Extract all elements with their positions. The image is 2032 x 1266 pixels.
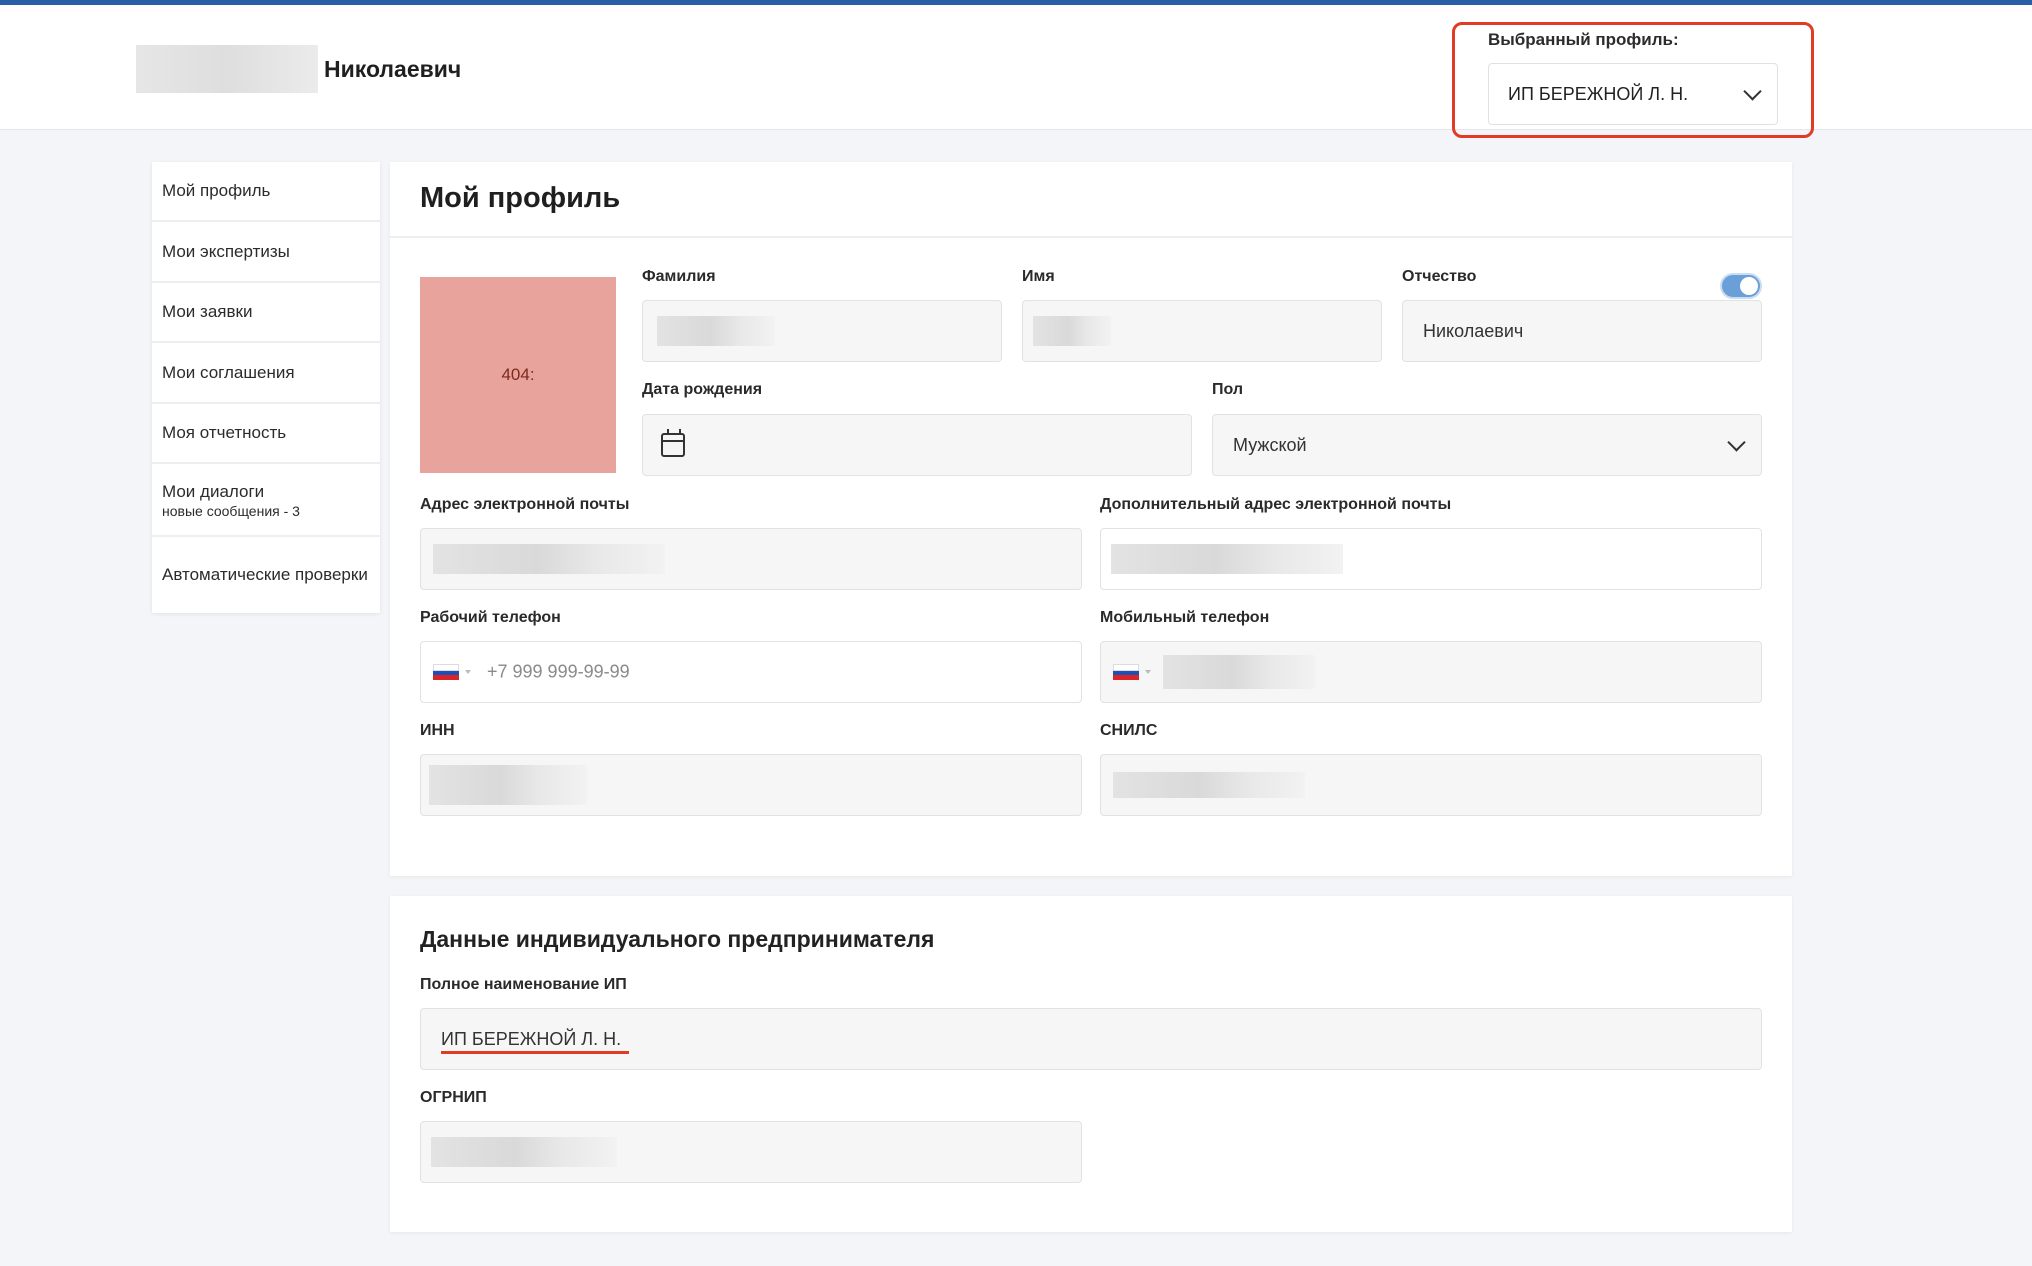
ip-full-name-value: ИП БЕРЕЖНОЙ Л. Н. [441, 1028, 622, 1049]
surname-field[interactable] [642, 300, 1002, 362]
mobile-phone-label: Мобильный телефон [1100, 609, 1270, 626]
mobile-phone-value-redacted [1163, 655, 1315, 689]
ip-full-name-field[interactable]: ИП БЕРЕЖНОЙ Л. Н. [420, 1008, 1762, 1070]
snils-field[interactable] [1100, 754, 1762, 816]
profile-select-label: Выбранный профиль: [1488, 30, 1679, 49]
chevron-down-icon [1743, 82, 1762, 101]
snils-value-redacted [1113, 772, 1305, 798]
patronymic-field[interactable]: Николаевич [1402, 300, 1762, 362]
profile-select-value: ИП БЕРЕЖНОЙ Л. Н. [1508, 83, 1689, 104]
birth-date-field[interactable] [642, 414, 1192, 476]
header: Николаевич Выбранный профиль: ИП БЕРЕЖНО… [0, 5, 2032, 138]
name-value-redacted [1033, 316, 1111, 346]
sidebar-item-label: Мои соглашения [162, 362, 295, 382]
surname-value-redacted [657, 316, 775, 346]
work-phone-field[interactable]: +7 999 999-99-99 [420, 641, 1082, 703]
patronymic-label: Отчество [1402, 268, 1477, 285]
chevron-down-icon [1727, 433, 1746, 452]
gender-label: Пол [1212, 381, 1244, 398]
user-name: Николаевич [324, 55, 462, 82]
ip-section-title: Данные индивидуального предпринимателя [420, 926, 935, 952]
extra-email-field[interactable] [1100, 528, 1762, 590]
sidebar-item-my-applications[interactable]: Мои заявки [152, 283, 380, 343]
profile-card: Мой профиль 404: Фамилия Имя Отчество Ни… [390, 162, 1792, 876]
sidebar-item-my-dialogs[interactable]: Мои диалоги новые сообщения - 3 [152, 464, 380, 537]
ogrnip-field[interactable] [420, 1121, 1082, 1183]
email-value-redacted [433, 544, 665, 574]
sidebar-item-label: Мои диалоги [162, 481, 265, 501]
inn-value-redacted [429, 765, 587, 805]
ip-card: Данные индивидуального предпринимателя П… [390, 896, 1792, 1232]
caret-down-icon [465, 670, 471, 674]
extra-email-label: Дополнительный адрес электронной почты [1100, 496, 1452, 513]
profile-select[interactable]: ИП БЕРЕЖНОЙ Л. Н. [1488, 63, 1778, 125]
new-messages-count: новые сообщения - 3 [162, 502, 300, 519]
work-phone-label: Рабочий телефон [420, 609, 561, 626]
sidebar-item-my-profile[interactable]: Мой профиль [152, 162, 380, 222]
gender-select[interactable]: Мужской [1212, 414, 1762, 476]
divider [390, 236, 1792, 238]
avatar-error-text: 404: [501, 365, 535, 384]
caret-down-icon [1145, 670, 1151, 674]
ogrnip-label: ОГРНИП [420, 1089, 487, 1106]
highlight-underline [441, 1051, 629, 1054]
gender-value: Мужской [1233, 434, 1307, 455]
sidebar-item-my-expertise[interactable]: Мои экспертизы [152, 222, 380, 283]
user-name-redacted [136, 45, 318, 93]
profile-select-highlight: Выбранный профиль: ИП БЕРЕЖНОЙ Л. Н. [1452, 22, 1814, 138]
sidebar-item-label: Мои заявки [162, 302, 253, 321]
page-title: Мой профиль [420, 182, 621, 214]
sidebar-nav: Мой профиль Мои экспертизы Мои заявки Мо… [152, 162, 380, 613]
email-label: Адрес электронной почты [420, 496, 630, 513]
extra-email-value-redacted [1111, 544, 1343, 574]
snils-label: СНИЛС [1100, 722, 1158, 739]
inn-label: ИНН [420, 722, 455, 739]
name-field[interactable] [1022, 300, 1382, 362]
ogrnip-value-redacted [431, 1137, 617, 1167]
surname-label: Фамилия [642, 268, 716, 285]
toggle-knob [1740, 277, 1758, 295]
name-label: Имя [1022, 268, 1055, 285]
patronymic-value: Николаевич [1423, 320, 1524, 341]
sidebar-item-label: Мой профиль [162, 181, 271, 200]
sidebar-item-label: Моя отчетность [162, 423, 287, 442]
email-field[interactable] [420, 528, 1082, 590]
user-info: Николаевич [136, 45, 461, 93]
patronymic-toggle[interactable] [1720, 273, 1762, 299]
russia-flag-icon[interactable] [1113, 664, 1139, 681]
calendar-icon[interactable] [661, 429, 685, 457]
avatar-image[interactable]: 404: [420, 277, 616, 473]
mobile-phone-field[interactable] [1100, 641, 1762, 703]
sidebar-item-my-reporting[interactable]: Моя отчетность [152, 404, 380, 464]
birth-date-label: Дата рождения [642, 381, 763, 398]
sidebar-item-auto-checks[interactable]: Автоматические проверки [152, 537, 380, 613]
ip-full-name-label: Полное наименование ИП [420, 976, 627, 993]
work-phone-placeholder: +7 999 999-99-99 [487, 661, 630, 682]
sidebar-item-label: Мои экспертизы [162, 241, 290, 261]
russia-flag-icon[interactable] [433, 664, 459, 681]
inn-field[interactable] [420, 754, 1082, 816]
sidebar-item-label: Автоматические проверки [162, 565, 368, 584]
sidebar-item-my-agreements[interactable]: Мои соглашения [152, 343, 380, 404]
